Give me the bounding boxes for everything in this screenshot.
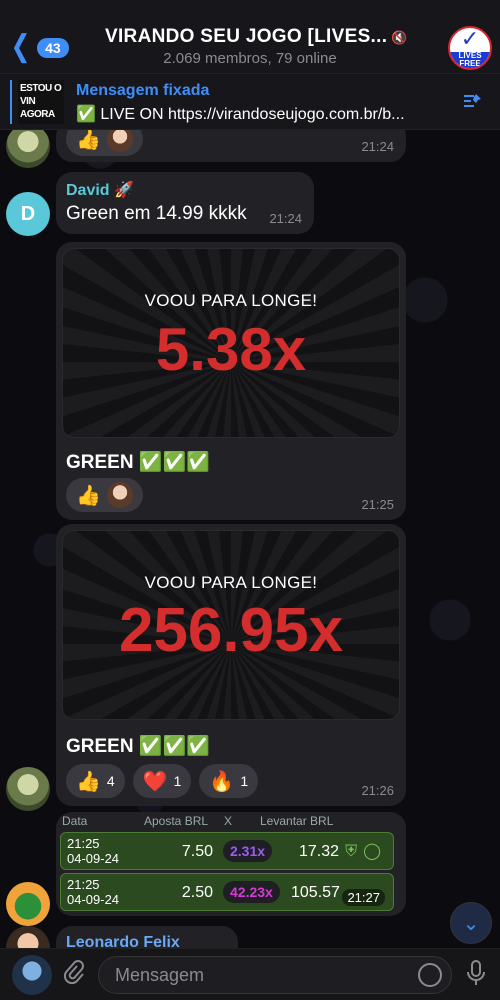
pinned-message[interactable]: ESTOU O VIN AGORA Mensagem fixada ✅ LIVE… [0, 74, 500, 130]
card-multiplier: 256.95x [118, 596, 344, 665]
message-time: 21:24 [361, 139, 394, 154]
reaction-thumbs-up[interactable]: 👍 4 [66, 764, 125, 798]
card-label: VOOU PARA LONGE! [144, 291, 318, 310]
reaction-heart[interactable]: ❤️ 1 [132, 764, 192, 798]
chat-title-text: VIRANDO SEU JOGO [LIVES... [105, 26, 388, 47]
bet-datetime: 21:25 04-09-24 [67, 877, 119, 907]
chat-subtitle: 2.069 membros, 79 online [163, 50, 337, 67]
message-bubble[interactable]: VOOU PARA LONGE! 256.95x GREEN ✅✅✅ 👍 4 ❤… [56, 524, 406, 806]
shield-chat-icon: ⛨◯ [345, 843, 387, 860]
microphone-icon[interactable] [466, 959, 486, 994]
bet-datetime: 21:25 04-09-24 [67, 836, 119, 866]
message-input[interactable] [98, 956, 452, 994]
thumbs-up-icon: 👍 [76, 130, 101, 151]
paperclip-icon[interactable] [62, 959, 84, 992]
pin-list-icon[interactable] [460, 90, 484, 114]
reaction-count: 1 [240, 773, 249, 789]
avatar[interactable] [6, 130, 50, 168]
reaction-thumbs-up[interactable]: 👍 [66, 478, 143, 512]
message-bubble[interactable]: Data Aposta BRL X Levantar BRL 21:25 04-0… [56, 812, 406, 916]
bet-multiplier: 42.23x [223, 881, 280, 903]
message-time: 21:24 [269, 211, 302, 226]
message-time: 21:26 [361, 783, 394, 798]
column-header: X [224, 814, 233, 828]
message-list[interactable]: 👍 21:24 D David 🚀 Green em 14.99 kkkk 21… [0, 130, 500, 948]
thumbs-up-icon: 👍 [76, 484, 101, 507]
message-bubble[interactable]: VOOU PARA LONGE! 5.38x GREEN ✅✅✅ 👍 21:25 [56, 242, 406, 520]
message-time: 21:25 [361, 497, 394, 512]
mute-icon: 🔇 [391, 30, 408, 45]
bet-amount: 2.50 [181, 884, 213, 901]
bet-date: 04-09-24 [67, 851, 120, 866]
pinned-thumbnail: ESTOU O VIN AGORA [18, 80, 64, 124]
column-header: Data [62, 814, 88, 828]
bet-amount: 7.50 [181, 843, 213, 860]
pin-indicator [10, 80, 12, 124]
column-header: Aposta BRL [144, 814, 209, 828]
bet-table-header: Data Aposta BRL X Levantar BRL [62, 814, 400, 828]
column-header: Levantar BRL [260, 814, 334, 828]
message-time: 21:27 [342, 889, 385, 906]
reaction-thumbs-up[interactable]: 👍 [66, 130, 143, 156]
reaction-count: 1 [173, 773, 182, 789]
message-caption: GREEN ✅✅✅ [66, 452, 210, 473]
heart-icon: ❤️ [142, 770, 168, 793]
reaction-fire[interactable]: 🔥 1 [199, 764, 259, 798]
sticker-icon[interactable] [418, 963, 442, 987]
bet-cashout: 105.57 [291, 884, 340, 901]
bet-date: 04-09-24 [67, 892, 120, 907]
card-multiplier: 5.38x [155, 316, 307, 383]
scroll-down-button[interactable]: ⌄ [450, 902, 492, 944]
bet-multiplier: 2.31x [223, 840, 273, 862]
fire-icon: 🔥 [209, 770, 235, 793]
avatar-david[interactable]: D [6, 192, 50, 236]
bet-row: 21:25 04-09-24 2.50 42.23x 105.57 21:27 [60, 873, 394, 911]
chat-avatar[interactable]: ✓ LIVES FREE [448, 26, 492, 70]
bet-row: 21:25 04-09-24 7.50 2.31x 17.32 ⛨◯ [60, 832, 394, 870]
thumbs-up-icon: 👍 [76, 770, 101, 793]
check-logo-icon: ✓ [460, 26, 480, 51]
message-bubble[interactable]: David 🚀 Green em 14.99 kkkk 21:24 [56, 172, 314, 234]
pinned-text: ✅ LIVE ON https://virandoseujogo.com.br/… [76, 106, 405, 123]
bet-cashout: 17.32 [298, 843, 339, 860]
game-result-image[interactable]: VOOU PARA LONGE! 256.95x [62, 530, 400, 720]
reactor-avatar [106, 482, 133, 508]
message-bubble[interactable]: 👍 21:24 [56, 130, 406, 162]
chat-header: ❮ 43 VIRANDO SEU JOGO [LIVES... 🔇 2.069 m… [0, 0, 500, 74]
game-result-image[interactable]: VOOU PARA LONGE! 5.38x [62, 248, 400, 438]
sender-name: Leonardo Felix [66, 934, 180, 948]
avatar[interactable] [6, 767, 50, 811]
avatar-letter: D [20, 202, 36, 225]
message-bubble[interactable]: Leonardo Felix [56, 926, 238, 948]
message-caption: GREEN ✅✅✅ [66, 736, 210, 757]
sender-name: David 🚀 [66, 182, 134, 199]
message-text: Green em 14.99 kkkk [66, 203, 247, 224]
bet-time: 21:25 [67, 877, 100, 892]
chat-title[interactable]: VIRANDO SEU JOGO [LIVES... 🔇 [105, 26, 408, 48]
pinned-title: Mensagem fixada [76, 82, 210, 99]
chevron-down-icon: ⌄ [462, 912, 480, 935]
avatar[interactable] [6, 882, 50, 926]
send-as-avatar[interactable] [12, 955, 52, 995]
card-label: VOOU PARA LONGE! [144, 573, 318, 592]
avatar[interactable] [6, 926, 50, 948]
reaction-count: 4 [106, 773, 115, 789]
reactor-avatar [106, 130, 133, 152]
message-input-bar [0, 948, 500, 1000]
bet-time: 21:25 [67, 836, 100, 851]
